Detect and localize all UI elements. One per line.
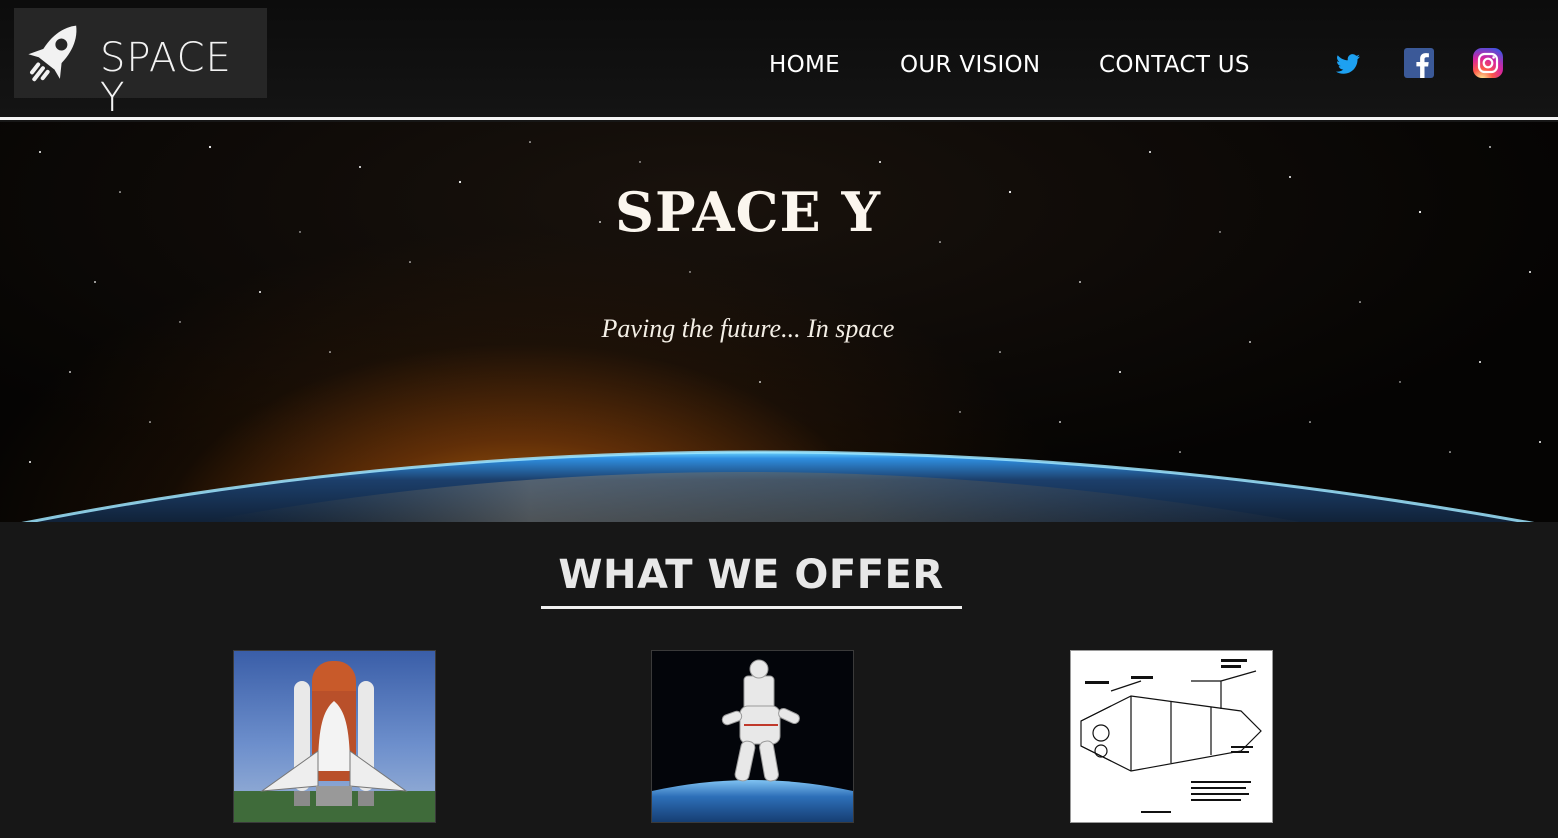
hero-banner: SPACE Y Paving the future... In space [0, 122, 1558, 522]
header-divider [0, 117, 1558, 120]
rocket-icon [28, 25, 77, 82]
section-heading-underline [541, 606, 962, 609]
section-heading: WHAT WE OFFER [558, 552, 944, 598]
hero-tagline: Paving the future... In space [601, 314, 895, 343]
site-header: SPACE Y HOME OUR VISION CONTACT US [0, 0, 1558, 118]
offer-card-shuttle[interactable] [233, 650, 436, 823]
facebook-icon[interactable] [1403, 47, 1435, 79]
nav-contact-us[interactable]: CONTACT US [1099, 52, 1250, 78]
nav-home[interactable]: HOME [769, 52, 840, 78]
astronaut-spacewalk-photo [652, 659, 853, 822]
twitter-icon[interactable] [1332, 47, 1364, 79]
logo-text: SPACE Y [100, 35, 232, 121]
offer-card-spacewalk[interactable] [651, 650, 854, 823]
space-shuttle-launch-photo [234, 661, 435, 822]
offer-card-diagram[interactable] [1070, 650, 1273, 823]
instagram-icon[interactable] [1472, 47, 1504, 79]
shuttle-cutaway-diagram [1080, 659, 1262, 813]
nav-our-vision[interactable]: OUR VISION [900, 52, 1040, 78]
logo[interactable]: SPACE Y [14, 8, 267, 118]
hero-title: SPACE Y [614, 180, 882, 244]
